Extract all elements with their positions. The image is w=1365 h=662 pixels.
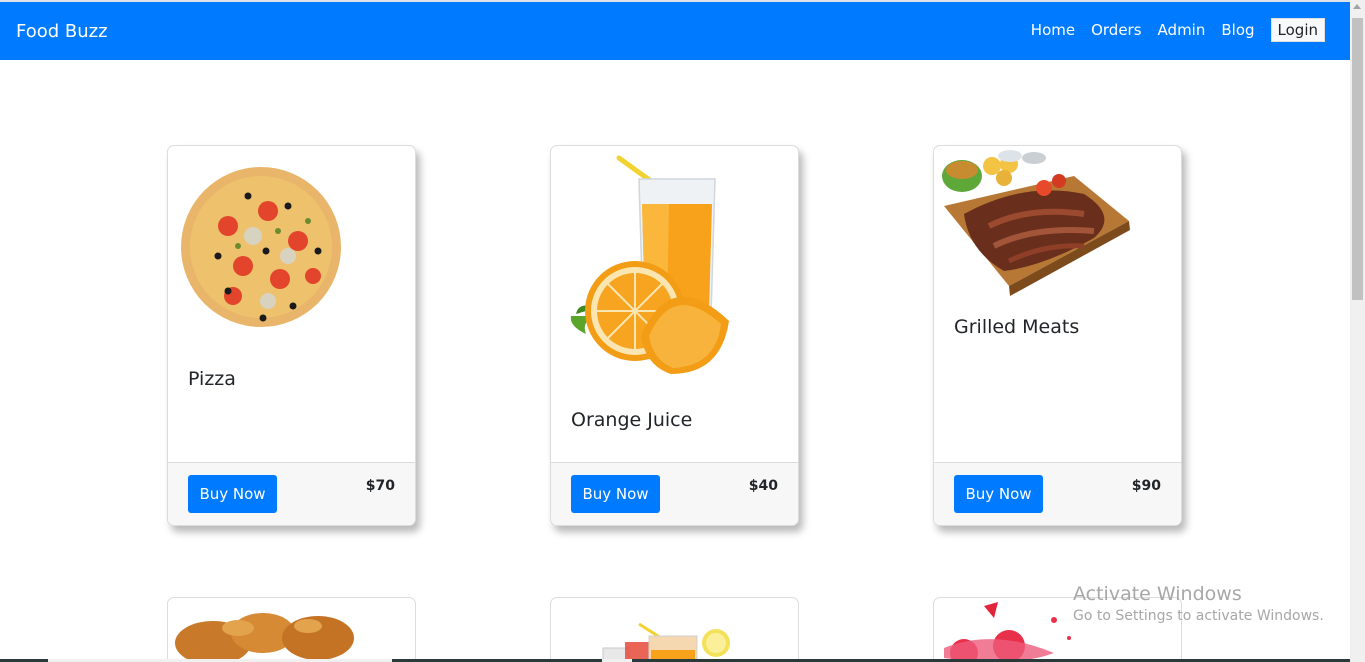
pizza-image	[181, 167, 341, 327]
buy-now-button[interactable]: Buy Now	[571, 475, 660, 513]
product-title: Orange Juice	[571, 409, 693, 431]
card-footer: Buy Now $90	[934, 462, 1181, 525]
product-card-juice-glasses	[550, 597, 799, 662]
product-card-fried-chicken	[167, 597, 416, 662]
buy-now-button[interactable]: Buy Now	[188, 475, 277, 513]
fried-chicken-image	[175, 613, 354, 662]
product-price: $40	[748, 478, 778, 494]
buy-now-button[interactable]: Buy Now	[954, 475, 1043, 513]
product-price: $90	[1131, 478, 1161, 494]
card-footer: Buy Now $70	[168, 462, 415, 525]
product-title: Grilled Meats	[954, 316, 1080, 338]
login-button[interactable]: Login	[1270, 18, 1325, 42]
nav-blog[interactable]: Blog	[1221, 21, 1254, 39]
product-card-orange-juice: Orange Juice Buy Now $40	[550, 145, 799, 526]
watermark-title: Activate Windows	[1073, 583, 1242, 605]
scrollbar-thumb[interactable]	[1352, 18, 1363, 300]
nav-links: Home Orders Admin Blog Login	[1015, 18, 1325, 42]
vertical-scrollbar[interactable]	[1350, 0, 1365, 662]
nav-admin[interactable]: Admin	[1158, 21, 1206, 39]
product-card-pizza: Pizza Buy Now $70	[167, 145, 416, 526]
orange-juice-image	[570, 155, 729, 374]
nav-home[interactable]: Home	[1031, 21, 1075, 39]
nav-orders[interactable]: Orders	[1091, 21, 1141, 39]
product-card-grilled-meats: Grilled Meats Buy Now $90	[933, 145, 1182, 526]
watermark-subtitle: Go to Settings to activate Windows.	[1073, 608, 1324, 624]
product-price: $70	[365, 478, 395, 494]
juice-glasses-image	[602, 622, 730, 662]
grilled-meats-image	[942, 150, 1130, 296]
brand-link[interactable]: Food Buzz	[16, 21, 108, 42]
card-footer: Buy Now $40	[551, 462, 798, 525]
activate-windows-watermark: Activate Windows Go to Settings to activ…	[1073, 583, 1324, 624]
scroll-up-icon[interactable]	[1353, 4, 1361, 9]
product-title: Pizza	[188, 368, 236, 390]
navbar: Food Buzz Home Orders Admin Blog Login	[0, 2, 1350, 60]
